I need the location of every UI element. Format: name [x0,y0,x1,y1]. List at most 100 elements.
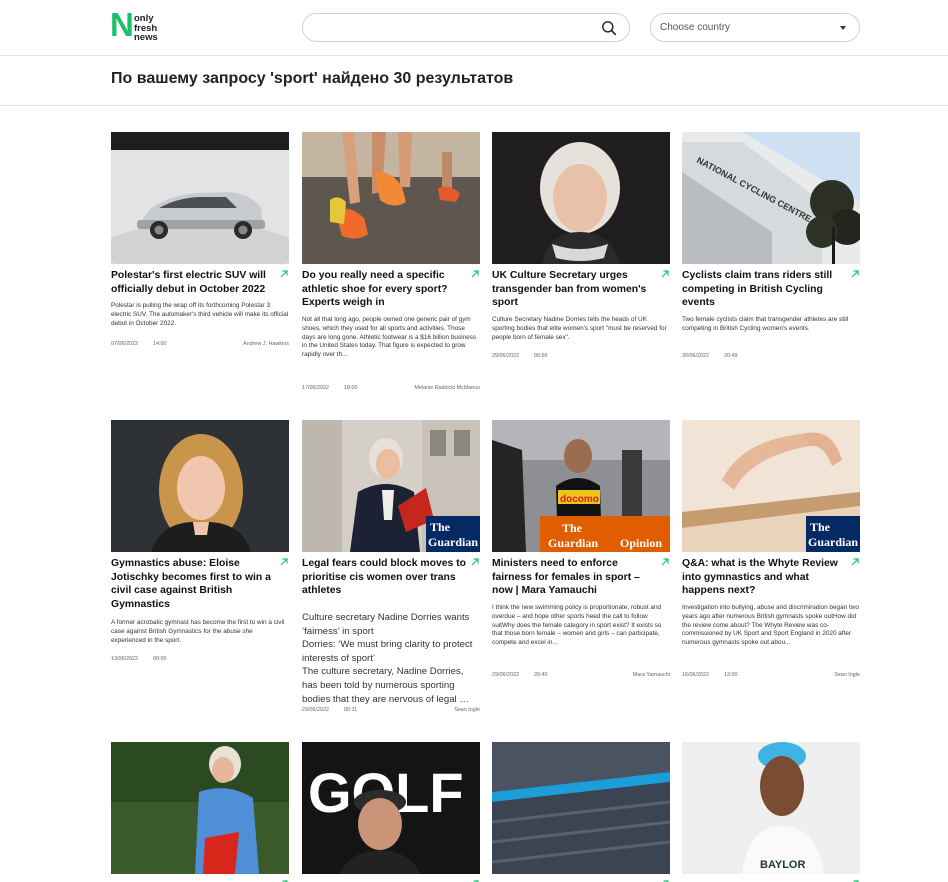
article-date: 17/06/2022 [302,385,329,391]
article-title[interactable]: UK Culture Secretary urges transgender b… [492,269,656,310]
article-time: 00:11 [344,707,358,713]
arrow-up-right-icon[interactable] [660,557,670,567]
article-description: Culture secretary Nadine Dorries wants ‘… [302,611,480,706]
article-description: A former acrobatic gymnast has become th… [111,619,285,644]
description-line: The culture secretary, Nadine Dorries, h… [302,666,469,705]
article-time: 20:49 [724,353,738,359]
article-title[interactable]: Do you really need a specific athletic s… [302,269,466,310]
description-line: Dorries: ‘We must bring clarity to prote… [302,639,473,664]
article-card[interactable]: GOLF [302,742,480,882]
article-image[interactable]: The Guardian [302,420,480,552]
article-title[interactable]: Legal fears could block moves to priorit… [302,557,466,598]
logo[interactable]: N only fresh news [110,6,170,44]
page-title: По вашему запросу 'sport' найдено 30 рез… [111,70,514,87]
article-date: 29/06/2022 [492,353,519,359]
article-author: Mara Yamauchi [632,672,670,678]
article-description: Investigation into bullying, abuse and d… [682,604,859,647]
article-card[interactable]: The Guardian Legal fears could block mov… [302,420,480,720]
article-meta: 16/06/2022 13:00 Sean Ingle [682,672,860,680]
article-date: 07/06/2022 [111,341,138,347]
article-time: 13:00 [724,672,738,678]
article-image[interactable]: NATIONAL CYCLING CENTRE [682,132,860,264]
article-card[interactable]: Do you really need a specific athletic s… [302,132,480,397]
article-author: Sean Ingle [454,707,480,713]
article-meta: 30/06/2022 20:49 [682,353,860,361]
article-title[interactable]: Q&A: what is the Whyte Review into gymna… [682,557,846,598]
arrow-up-right-icon[interactable] [660,269,670,279]
arrow-up-right-icon[interactable] [279,557,289,567]
article-time: 00:56 [534,353,548,359]
article-date: 13/06/2022 [111,656,138,662]
article-time: 18:00 [344,385,358,391]
logo-text: only fresh news [134,14,158,43]
article-card[interactable] [111,742,289,882]
country-select-label: Choose country [660,22,731,33]
guardian-logo-text: Guardian [548,536,598,550]
article-title[interactable]: Ministers need to enforce fairness for f… [492,557,656,598]
article-card[interactable] [492,742,670,882]
article-card[interactable]: The Guardian Q&A: what is the Whyte Revi… [682,420,860,685]
article-date: 16/06/2022 [682,672,709,678]
article-author: Andrew J. Hawkins [243,341,289,347]
results-bar: По вашему запросу 'sport' найдено 30 рез… [0,56,948,106]
jersey-text: BAYLOR [760,859,805,871]
article-image[interactable]: The Guardian [682,420,860,552]
article-title[interactable]: Polestar's first electric SUV will offic… [111,269,275,296]
opinion-label-text: Opinion [620,536,662,550]
chevron-down-icon [840,26,846,30]
arrow-up-right-icon[interactable] [470,557,480,567]
article-image[interactable] [111,420,289,552]
arrow-up-right-icon[interactable] [279,269,289,279]
article-description: Culture Secretary Nadine Dorries tells t… [492,316,667,341]
article-card[interactable]: Polestar's first electric SUV will offic… [111,132,289,352]
country-select[interactable]: Choose country [650,13,860,42]
article-meta: 29/06/2022 00:56 [492,353,670,361]
guardian-logo-text: Guardian [428,535,478,549]
guardian-logo-text: The [430,520,451,534]
logo-word: news [134,32,158,43]
article-description: Two female cyclists claim that transgend… [682,316,849,332]
article-card[interactable]: docomo The Guardian Opinion Ministers ne… [492,420,670,685]
article-date: 29/06/2022 [302,707,329,713]
article-meta: 07/06/2022 14:00 Andrew J. Hawkins [111,341,289,349]
article-card[interactable]: UK Culture Secretary urges transgender b… [492,132,670,362]
article-meta: 29/06/2022 20:40 Mara Yamauchi [492,672,670,680]
article-author: Sean Ingle [834,672,860,678]
article-time: 00:00 [153,656,167,662]
guardian-logo-text: The [810,520,831,534]
article-meta: 29/06/2022 00:11 Sean Ingle [302,707,480,715]
article-image[interactable] [492,742,670,874]
bib-text: docomo [560,494,599,505]
article-date: 30/06/2022 [682,353,709,359]
article-image[interactable] [492,132,670,264]
article-author: Melanie Radzicki McManus [414,385,480,391]
article-image[interactable]: docomo The Guardian Opinion [492,420,670,552]
article-image[interactable] [302,132,480,264]
article-description: I think the new swimming policy is propo… [492,604,662,647]
article-card[interactable]: Gymnastics abuse: Eloise Jotischky becom… [111,420,289,670]
article-time: 14:00 [153,341,167,347]
article-image[interactable] [111,742,289,874]
article-date: 29/06/2022 [492,672,519,678]
arrow-up-right-icon[interactable] [470,269,480,279]
search-box [302,13,630,42]
article-title[interactable]: Cyclists claim trans riders still compet… [682,269,846,310]
description-line: Culture secretary Nadine Dorries wants ‘… [302,612,470,637]
guardian-logo-text: The [562,521,583,535]
article-title[interactable]: Gymnastics abuse: Eloise Jotischky becom… [111,557,275,611]
guardian-logo-text: Guardian [808,535,858,549]
article-card[interactable]: NATIONAL CYCLING CENTRE Cyclists claim t… [682,132,860,362]
search-icon[interactable] [601,20,617,36]
logo-letter: N [110,6,134,43]
search-input[interactable] [315,19,585,37]
arrow-up-right-icon[interactable] [850,269,860,279]
article-meta: 13/06/2022 00:00 [111,656,289,664]
article-card[interactable]: BAYLOR [682,742,860,882]
article-image[interactable]: GOLF [302,742,480,874]
article-time: 20:40 [534,672,548,678]
article-image[interactable]: BAYLOR [682,742,860,874]
article-description: Not all that long ago, people owned one … [302,316,477,359]
arrow-up-right-icon[interactable] [850,557,860,567]
article-image[interactable] [111,132,289,264]
article-meta: 17/06/2022 18:00 Melanie Radzicki McManu… [302,385,480,393]
